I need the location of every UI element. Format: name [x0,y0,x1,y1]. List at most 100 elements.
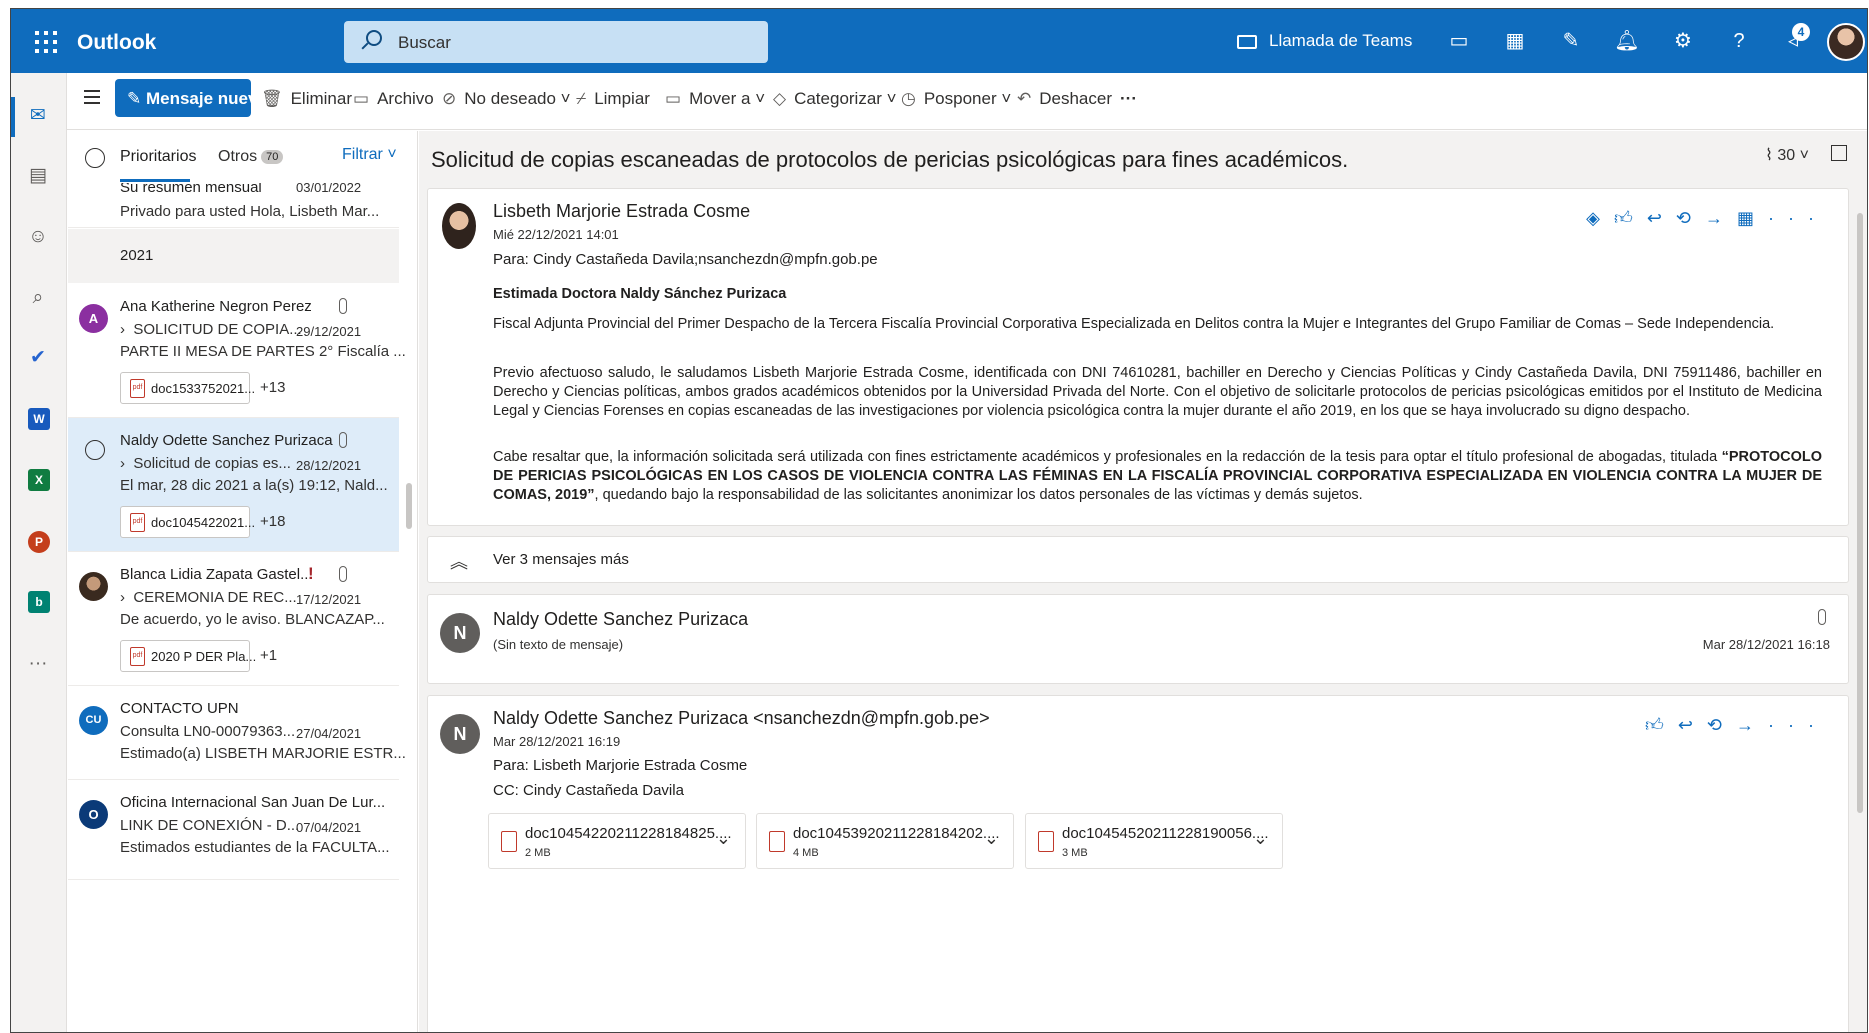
message-card-collapsed[interactable]: N Naldy Odette Sanchez Purizaca (Sin tex… [427,594,1849,684]
sweep-label: Limpiar [594,89,650,108]
search-placeholder: Buscar [398,33,451,52]
see-more-label: Ver 3 mensajes más [493,551,629,568]
pdf-icon [769,831,785,852]
list-item[interactable]: CU CONTACTO UPN Consulta LN0-00079363...… [68,686,406,780]
bell-icon[interactable]: 🔔︎ [1613,27,1641,55]
list-item[interactable]: A Ana Katherine Negron Perez › SOLICITUD… [68,284,406,418]
app-rail: ✉ ▤ ☺ ⌕ ✔ W X P b ··· [11,73,67,1032]
important-icon: ! [308,564,314,583]
chat-icon[interactable]: ▭ [1445,27,1473,55]
reply-all-icon[interactable]: ⟲ [1676,208,1705,228]
more-apps-icon[interactable]: ··· [25,651,51,677]
move-button[interactable]: ▭ Mover a ˅ [665,89,765,109]
menu-icon[interactable] [84,90,100,104]
ticket-icon[interactable]: ◈ [1586,208,1614,228]
teams-share-icon[interactable]: ▦ [1737,208,1768,228]
teams-call-button[interactable]: Llamada de Teams [1269,31,1412,51]
list-item[interactable]: Su resumen mensual 03/01/2022 Privado pa… [68,183,399,228]
word-icon[interactable]: W [28,408,50,430]
help-icon[interactable]: ? [1725,27,1753,55]
more-attachments[interactable]: +1 [260,647,277,664]
attachment-size: 3 MB [1062,847,1088,859]
tab-other[interactable]: Otros 70 [218,148,284,166]
reply-icon[interactable]: ↩ [1678,715,1707,735]
attachment-icon[interactable]: ⌕ [25,285,51,311]
select-all-checkbox[interactable] [85,148,105,168]
excel-icon[interactable]: X [28,469,50,491]
list-item[interactable]: Blanca Lidia Zapata Gastel... ! › CEREMO… [68,552,399,686]
more-actions-button[interactable]: ··· [1120,89,1137,109]
item-date: 27/04/2021 [296,726,362,741]
sender-avatar[interactable] [442,203,476,249]
video-call-icon[interactable] [1237,35,1257,49]
list-item[interactable]: O Oficina Internacional San Juan De Lur.… [68,780,399,880]
compose-icon: ✎ [127,89,146,108]
attachment-card[interactable]: doc10454220211228184825.... 2 MB ⌄ [488,813,746,869]
like-icon[interactable]: 👍︎ [1645,715,1678,735]
forward-icon[interactable]: → [1705,208,1737,228]
todo-check-icon[interactable]: ✔ [25,345,51,371]
gear-icon[interactable]: ⚙ [1669,27,1697,55]
attachment-card[interactable]: doc10453920211228184202.... 4 MB ⌄ [756,813,1014,869]
reading-scrollbar[interactable] [1857,213,1863,813]
paragraph-text: , quedando bajo la responsabilidad de la… [594,487,1363,503]
filter-button[interactable]: Filtrar ˅ [342,146,397,164]
message-sender[interactable]: Naldy Odette Sanchez Purizaca <nsanchezd… [493,708,990,729]
office-icon[interactable]: ▦ [1501,27,1529,55]
more-attachments[interactable]: +18 [260,513,285,530]
item-date: 28/12/2021 [296,458,362,473]
item-preview: Estimado(a) LISBETH MARJORIE ESTR... [120,745,406,762]
categorize-button[interactable]: ◇ Categorizar ˅ [773,89,897,109]
attachment-card[interactable]: doc10454520211228190056.... 3 MB ⌄ [1025,813,1283,869]
message-greeting: Estimada Doctora Naldy Sánchez Purizaca [493,286,787,302]
junk-button[interactable]: ⊘ No deseado ˅ [442,89,571,109]
attachment-count[interactable]: ⌇ 30 ˅ [1765,145,1809,165]
like-icon[interactable]: 👍︎ [1614,208,1647,228]
todo-icon[interactable]: ✎ [1557,27,1585,55]
item-subject: Su resumen mensual [120,183,262,196]
mail-icon[interactable]: ✉ [25,103,51,129]
year-group-header: 2021 [68,229,399,283]
message-cc: CC: Cindy Castañeda Davila [493,782,684,799]
reply-icon[interactable]: ↩ [1647,208,1676,228]
forward-icon[interactable]: → [1736,715,1768,735]
tab-focused[interactable]: Prioritarios [120,148,196,166]
message-list: Prioritarios Otros 70 Filtrar ˅ Su resume… [68,131,418,1032]
powerpoint-icon[interactable]: P [28,531,50,553]
item-select-checkbox[interactable] [85,440,105,460]
attachment-name: doc10454220211228184825.... [525,825,732,842]
tag-icon: ◇ [773,89,787,108]
bookings-icon[interactable]: b [28,591,50,613]
item-subject-text: CEREMONIA DE REC... [133,589,297,606]
more-icon[interactable]: ··· [1768,208,1828,228]
open-in-new-window-icon[interactable] [1831,145,1847,161]
message-sender[interactable]: Lisbeth Marjorie Estrada Cosme [493,201,750,222]
attachment-chip[interactable]: pdf doc1533752021... [120,372,255,404]
calendar-icon[interactable]: ▤ [25,163,51,189]
search-box[interactable]: Buscar [344,21,768,63]
new-message-button[interactable]: ✎ Mensaje nuevo [115,79,268,117]
list-scrollbar[interactable] [406,483,412,529]
reply-all-icon[interactable]: ⟲ [1707,715,1736,735]
more-icon[interactable]: ··· [1768,715,1828,735]
sweep-button[interactable]: ⌿ Limpiar [576,89,650,109]
app-launcher-icon[interactable] [35,31,57,53]
snooze-button[interactable]: ◷ Posponer ˅ [901,89,1011,109]
chevron-down-icon[interactable]: ⌄ [984,828,999,849]
delete-label: Eliminar [290,89,352,108]
attachment-chip[interactable]: pdf 2020 P DER Pla... [120,640,256,672]
app-name[interactable]: Outlook [77,31,156,55]
list-item-selected[interactable]: Naldy Odette Sanchez Purizaca › Solicitu… [68,418,399,552]
item-preview: PARTE II MESA DE PARTES 2° Fiscalía ... [120,343,406,360]
chevron-down-icon[interactable]: ⌄ [1253,828,1268,849]
chevron-down-icon[interactable]: ⌄ [716,828,731,849]
junk-label: No deseado [464,89,556,108]
profile-avatar[interactable] [1827,23,1865,61]
attachment-chip[interactable]: pdf doc1045422021... [120,506,255,538]
people-icon[interactable]: ☺ [25,224,51,250]
undo-button[interactable]: ↶ Deshacer [1017,89,1112,109]
archive-button[interactable]: ▭ Archivo [353,89,434,109]
see-more-messages[interactable]: ︽ Ver 3 mensajes más [427,536,1849,583]
more-attachments[interactable]: +13 [260,379,285,396]
delete-button[interactable]: 🗑︎ Eliminar [261,89,352,109]
